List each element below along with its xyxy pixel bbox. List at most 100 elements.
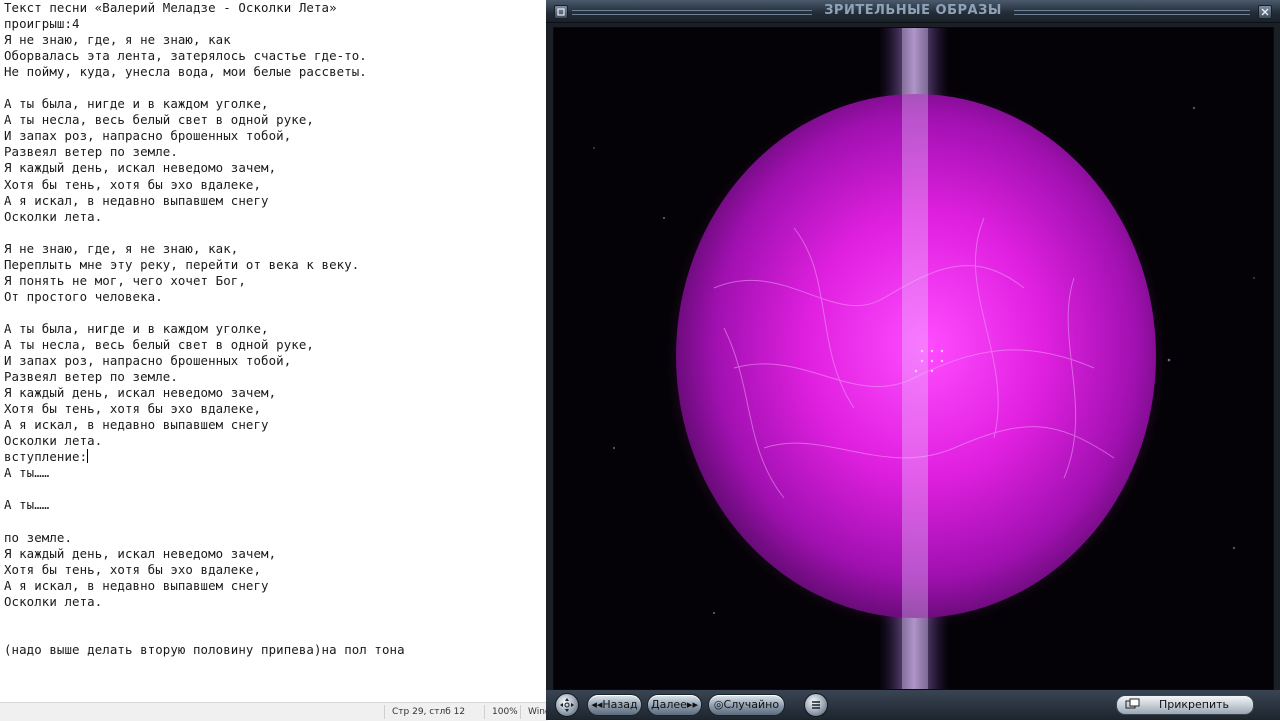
text-line: А ты…… [4,497,544,513]
text-line: Я каждый день, искал неведомо зачем, [4,546,544,562]
text-line: А я искал, в недавно выпавшем снегу [4,578,544,594]
text-line: А я искал, в недавно выпавшем снегу [4,417,544,433]
text-line: проигрыш:4 [4,16,544,32]
title-decoration [1014,10,1250,15]
text-line-content: Осколки лета. [4,433,103,449]
text-line: А ты была, нигде и в каждом уголке, [4,96,544,112]
text-line-content: по земле. [4,529,73,545]
text-line: А ты несла, весь белый свет в одной руке… [4,112,544,128]
text-line-content: Я каждый день, искал неведомо зачем, [4,545,277,561]
text-line: Осколки лета. [4,209,544,225]
text-line: Я каждый день, искал неведомо зачем, [4,385,544,401]
text-line: по земле. [4,530,544,546]
text-line: (надо выше делать вторую половину припев… [4,642,544,658]
text-line [4,610,544,626]
text-line: Не пойму, куда, унесла вода, мои белые р… [4,64,544,80]
text-line [4,626,544,642]
text-line [4,225,544,241]
pin-label: Прикрепить [1159,698,1230,711]
text-editor[interactable]: Текст песни «Валерий Меладзе - Осколки Л… [4,0,544,700]
text-line-content: Развеял ветер по земле. [4,144,178,160]
text-line-content: Я каждый день, искал неведомо зачем, [4,160,277,176]
text-line-content: Осколки лета. [4,593,103,609]
close-icon[interactable] [1258,5,1272,19]
text-line [4,481,544,497]
text-line-content: Не пойму, куда, унесла вода, мои белые р… [4,64,367,80]
text-line-content: Я не знаю, где, я не знаю, как [4,32,231,48]
text-line-content: вступление: [4,449,88,465]
next-arrows-icon: ▸▸ [686,698,698,711]
text-line-content: А я искал, в недавно выпавшем снегу [4,417,269,433]
text-line-content: И запах роз, напрасно брошенных тобой, [4,353,292,369]
text-line-content: А ты несла, весь белый свет в одной руке… [4,336,314,352]
text-line: Переплыть мне эту реку, перейти от века … [4,257,544,273]
visualization-orb [554,28,1273,689]
text-line-content: Я не знаю, где, я не знаю, как, [4,240,239,256]
status-bar: Стр 29, стлб 12 100% Wind [0,702,551,721]
text-line: От простого человека. [4,289,544,305]
text-line-content: И запах роз, напрасно брошенных тобой, [4,128,292,144]
pin-icon [1125,696,1141,714]
text-line-content: Я каждый день, искал неведомо зачем, [4,385,277,401]
random-button[interactable]: ◎Случайно [708,694,785,716]
text-line: И запах роз, напрасно брошенных тобой, [4,128,544,144]
text-line: Осколки лета. [4,594,544,610]
player-title-bar[interactable]: ЗРИТЕЛЬНЫЕ ОБРАЗЫ [546,0,1280,23]
random-icon: ◎ [713,698,724,711]
text-line: Развеял ветер по земле. [4,144,544,160]
next-label: Далее [651,698,687,711]
text-line: Я не знаю, где, я не знаю, как, [4,241,544,257]
text-line: А ты была, нигде и в каждом уголке, [4,321,544,337]
text-line-content: Хотя бы тень, хотя бы эхо вдалеке, [4,176,262,192]
text-line: Текст песни «Валерий Меладзе - Осколки Л… [4,0,544,16]
text-line-content: Развеял ветер по земле. [4,369,178,385]
status-separator [484,705,485,719]
text-line: Осколки лета. [4,433,544,449]
next-button[interactable]: Далее▸▸ [647,694,702,716]
text-line [4,305,544,321]
text-line-content: А я искал, в недавно выпавшем снегу [4,192,269,208]
text-line: Хотя бы тень, хотя бы эхо вдалеке, [4,177,544,193]
text-line-content: От простого человека. [4,288,163,304]
text-line: Хотя бы тень, хотя бы эхо вдалеке, [4,401,544,417]
text-line-content: Переплыть мне эту реку, перейти от века … [4,256,360,272]
text-line-content: А я искал, в недавно выпавшем снегу [4,577,269,593]
text-line [4,514,544,530]
text-line: Оборвалась эта лента, затерялось счастье… [4,48,544,64]
zoom-level: 100% [492,707,518,717]
pin-button[interactable]: Прикрепить [1116,695,1254,715]
text-line-content: Оборвалась эта лента, затерялось счастье… [4,48,367,64]
move-icon[interactable] [555,693,579,717]
text-line: Я каждый день, искал неведомо зачем, [4,160,544,176]
text-line-content: Текст песни «Валерий Меладзе - Осколки Л… [4,0,337,15]
text-line-content: Я понять не мог, чего хочет Бог, [4,272,246,288]
text-line [4,80,544,96]
text-line-content: А ты была, нигде и в каждом уголке, [4,320,269,336]
text-line: Я понять не мог, чего хочет Бог, [4,273,544,289]
text-line: А я искал, в недавно выпавшем снегу [4,193,544,209]
back-label: Назад [602,698,638,711]
text-line-content: (надо выше делать вторую половину припев… [4,641,405,657]
status-separator [384,705,385,719]
text-line-content: Хотя бы тень, хотя бы эхо вдалеке, [4,561,262,577]
text-line: Я не знаю, где, я не знаю, как [4,32,544,48]
list-icon[interactable] [804,693,828,717]
text-line-content: проигрыш:4 [4,16,80,32]
notepad-window: Текст песни «Валерий Меладзе - Осколки Л… [0,0,551,721]
text-line: И запах роз, напрасно брошенных тобой, [4,353,544,369]
text-line-content: А ты несла, весь белый свет в одной руке… [4,112,314,128]
text-line: А ты несла, весь белый свет в одной руке… [4,337,544,353]
visualization-area[interactable] [553,27,1274,690]
back-arrows-icon: ◂◂ [591,698,603,711]
text-line-content: А ты была, нигде и в каждом уголке, [4,96,269,112]
text-line: Развеял ветер по земле. [4,369,544,385]
text-caret [87,449,89,464]
back-button[interactable]: ◂◂Назад [587,694,642,716]
cursor-position: Стр 29, стлб 12 [392,707,466,717]
text-line-content: Хотя бы тень, хотя бы эхо вдалеке, [4,401,262,417]
text-line-content: Осколки лета. [4,208,103,224]
player-controls: ◂◂Назад Далее▸▸ ◎Случайно Прикрепить [546,690,1280,720]
text-line-content: А ты…… [4,465,50,481]
text-line: Хотя бы тень, хотя бы эхо вдалеке, [4,562,544,578]
random-label: Случайно [723,698,780,711]
